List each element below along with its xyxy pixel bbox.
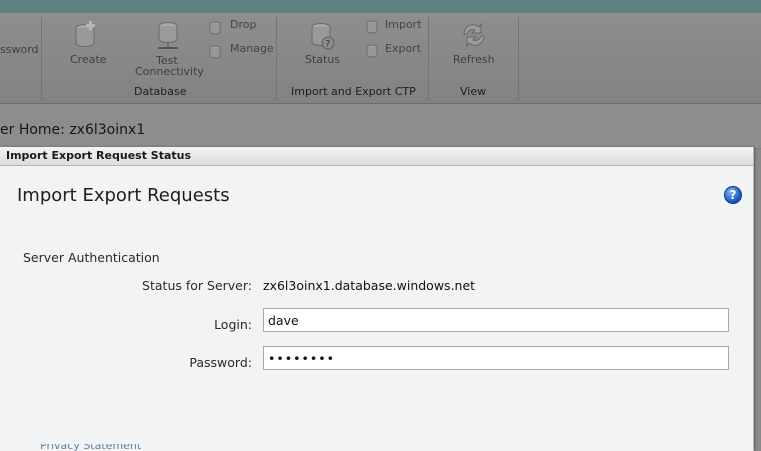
database-create-icon[interactable]	[74, 21, 100, 51]
drop-icon	[209, 21, 221, 35]
status-for-server-value: zx6l3oinx1.database.windows.net	[263, 278, 476, 293]
dialog-titlebar[interactable]: Import Export Request Status	[0, 147, 753, 166]
password-field[interactable]	[263, 346, 729, 370]
refresh-icon[interactable]	[460, 22, 488, 48]
ribbon: ssword Create Test Connectivity Drop Man…	[0, 13, 761, 104]
ribbon-separator	[518, 17, 519, 101]
status-for-server-label: Status for Server:	[142, 278, 252, 293]
dialog-heading: Import Export Requests	[17, 185, 230, 206]
group-import-export-label: Import and Export CTP	[291, 85, 416, 98]
refresh-button[interactable]: Refresh	[453, 53, 495, 66]
export-icon	[366, 44, 378, 58]
status-button[interactable]: Status	[305, 53, 340, 66]
login-label: Login:	[214, 317, 252, 332]
test-connectivity-button-line2[interactable]: Connectivity	[135, 65, 204, 78]
ribbon-separator	[41, 17, 42, 101]
section-server-authentication: Server Authentication	[23, 250, 160, 265]
password-label: Password:	[189, 355, 252, 370]
password-button[interactable]: ssword	[0, 43, 39, 56]
login-field[interactable]	[263, 308, 729, 332]
test-connectivity-icon[interactable]	[154, 20, 182, 52]
import-icon	[366, 20, 378, 34]
ribbon-separator	[428, 17, 429, 101]
window-top-band	[0, 0, 761, 13]
manage-button[interactable]: Manage	[230, 42, 274, 55]
export-button[interactable]: Export	[385, 42, 421, 55]
group-view-label: View	[460, 85, 487, 98]
svg-text:?: ?	[326, 40, 331, 50]
create-button[interactable]: Create	[70, 53, 107, 66]
help-icon[interactable]: ?	[724, 186, 742, 204]
group-database-label: Database	[134, 85, 187, 98]
status-icon[interactable]: ?	[310, 21, 336, 51]
import-button[interactable]: Import	[385, 18, 422, 31]
cut-off-link: Privacy Statement	[40, 444, 142, 451]
manage-icon	[209, 45, 221, 59]
dialog-title: Import Export Request Status	[6, 149, 192, 162]
drop-button[interactable]: Drop	[230, 18, 256, 31]
ribbon-separator	[276, 17, 277, 101]
server-home-title: er Home: zx6l3oinx1	[0, 122, 146, 138]
import-export-dialog: Import Export Request Status Import Expo…	[0, 147, 754, 451]
